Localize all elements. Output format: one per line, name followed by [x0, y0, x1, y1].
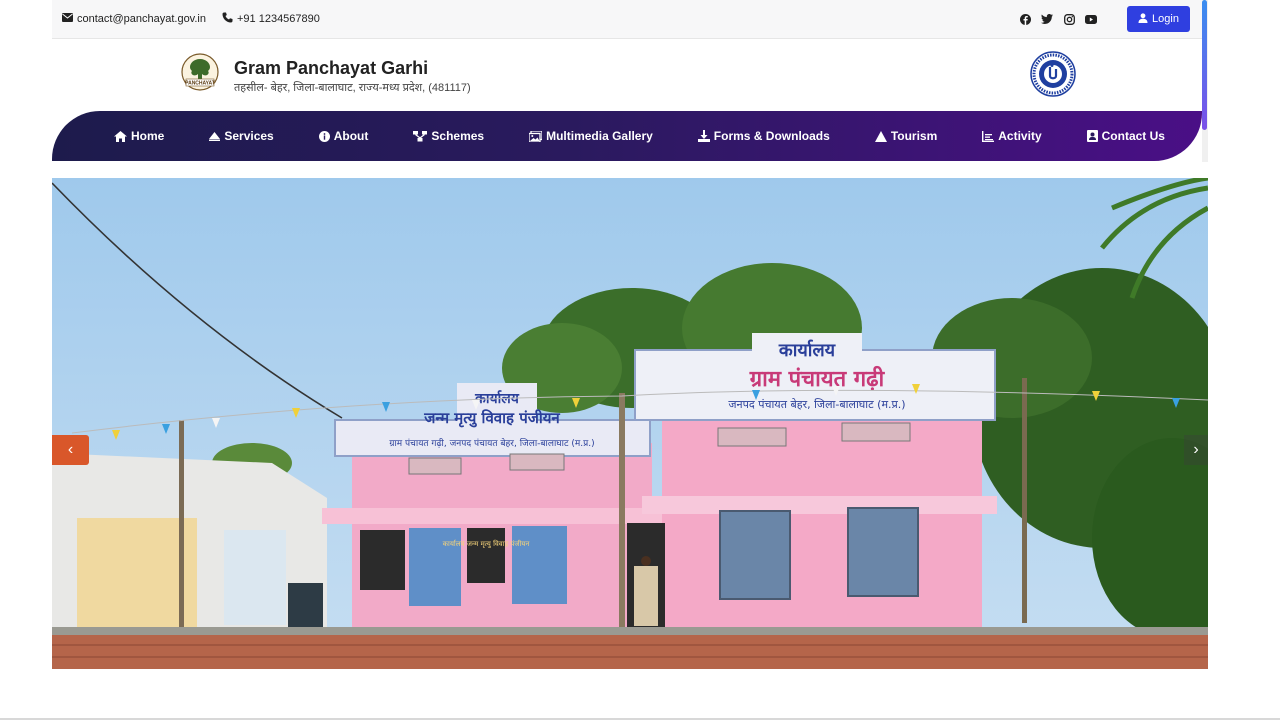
nav-item-contact-us[interactable]: Contact Us — [1086, 129, 1165, 143]
nav-label: Schemes — [431, 129, 485, 143]
home-icon — [114, 130, 127, 142]
envelope-icon — [62, 13, 73, 25]
email-text: contact@panchayat.gov.in — [77, 13, 206, 25]
login-button[interactable]: Login — [1127, 6, 1190, 32]
activity-icon — [982, 130, 995, 142]
nav-item-services[interactable]: Services — [209, 129, 274, 143]
nav-label: Home — [131, 129, 165, 143]
twitter-icon[interactable] — [1041, 13, 1053, 25]
scrollbar-thumb[interactable] — [1202, 0, 1207, 130]
site-header: PANCHAYAT Gram Panchayat Garhi तहसील- बे… — [52, 39, 1202, 111]
tourism-icon — [874, 130, 887, 142]
right-sign-sub: जनपद पंचायत बेहर, जिला-बालाघाट (म.प्र.) — [728, 398, 905, 411]
left-sign-sub: ग्राम पंचायत गढ़ी, जनपद पंचायत बेहर, जिल… — [389, 437, 594, 449]
nav-label: Tourism — [890, 129, 938, 143]
facebook-icon[interactable] — [1019, 13, 1031, 25]
nav-label: Services — [224, 129, 274, 143]
right-sign-main: ग्राम पंचायत गढ़ी — [749, 365, 886, 392]
chevron-right-icon: › — [1193, 441, 1199, 458]
gallery-icon — [529, 130, 543, 142]
site-title: Gram Panchayat Garhi — [234, 58, 429, 78]
nav-label: Contact Us — [1101, 129, 1165, 143]
nav-item-multimedia-gallery[interactable]: Multimedia Gallery — [529, 129, 653, 143]
services-icon — [209, 131, 221, 141]
schemes-icon — [413, 130, 428, 142]
phone-contact[interactable]: +91 1234567890 — [222, 12, 320, 26]
emblem-text: PANCHAYAT — [185, 81, 215, 87]
nav-item-home[interactable]: Home — [114, 129, 164, 143]
carousel-prev-button[interactable]: ‹ — [52, 435, 89, 465]
right-sign-top: कार्यालय — [778, 339, 837, 361]
page: contact@panchayat.gov.in +91 1234567890 — [0, 0, 1280, 720]
panchayat-emblem-logo[interactable]: PANCHAYAT — [180, 53, 220, 95]
panchayat-office-photo: कार्यालय जन्म मृत्यु विवाह पंजीयन ग्राम … — [52, 178, 1208, 669]
nav-label: About — [333, 129, 369, 143]
door-sign: कार्यालय जन्म मृत्यु विवाह पंजीयन — [443, 539, 530, 548]
youtube-icon[interactable] — [1085, 13, 1097, 25]
government-seal-logo[interactable] — [1030, 51, 1076, 97]
nav-label: Forms & Downloads — [713, 129, 830, 143]
user-icon — [1138, 12, 1148, 26]
nav-item-tourism[interactable]: Tourism — [874, 129, 938, 143]
nav-label: Multimedia Gallery — [546, 129, 653, 143]
carousel-next-button[interactable]: › — [1184, 435, 1208, 465]
login-label: Login — [1152, 13, 1179, 25]
social-links — [1019, 13, 1097, 25]
instagram-icon[interactable] — [1063, 13, 1075, 25]
hero-carousel: कार्यालय जन्म मृत्यु विवाह पंजीयन ग्राम … — [52, 178, 1208, 669]
info-icon — [318, 130, 330, 142]
site-subtitle: तहसील- बेहर, जिला-बालाघाट, राज्य-मध्य प्… — [234, 82, 471, 94]
nav-item-forms-downloads[interactable]: Forms & Downloads — [697, 129, 830, 143]
chevron-left-icon: ‹ — [67, 441, 74, 458]
nav-item-schemes[interactable]: Schemes — [413, 129, 484, 143]
phone-icon — [222, 12, 233, 26]
nav-label: Activity — [998, 129, 1042, 143]
contact-icon — [1086, 130, 1098, 142]
main-navigation: Home Services About Schemes Multimedia G… — [52, 111, 1202, 161]
nav-item-activity[interactable]: Activity — [982, 129, 1042, 143]
phone-text: +91 1234567890 — [237, 13, 320, 25]
nav-item-about[interactable]: About — [318, 129, 369, 143]
email-contact[interactable]: contact@panchayat.gov.in — [62, 13, 206, 25]
left-sign-main: जन्म मृत्यु विवाह पंजीयन — [423, 409, 560, 428]
page-scrollbar[interactable] — [1202, 0, 1208, 162]
top-bar: contact@panchayat.gov.in +91 1234567890 — [52, 0, 1202, 39]
download-icon — [697, 130, 710, 142]
